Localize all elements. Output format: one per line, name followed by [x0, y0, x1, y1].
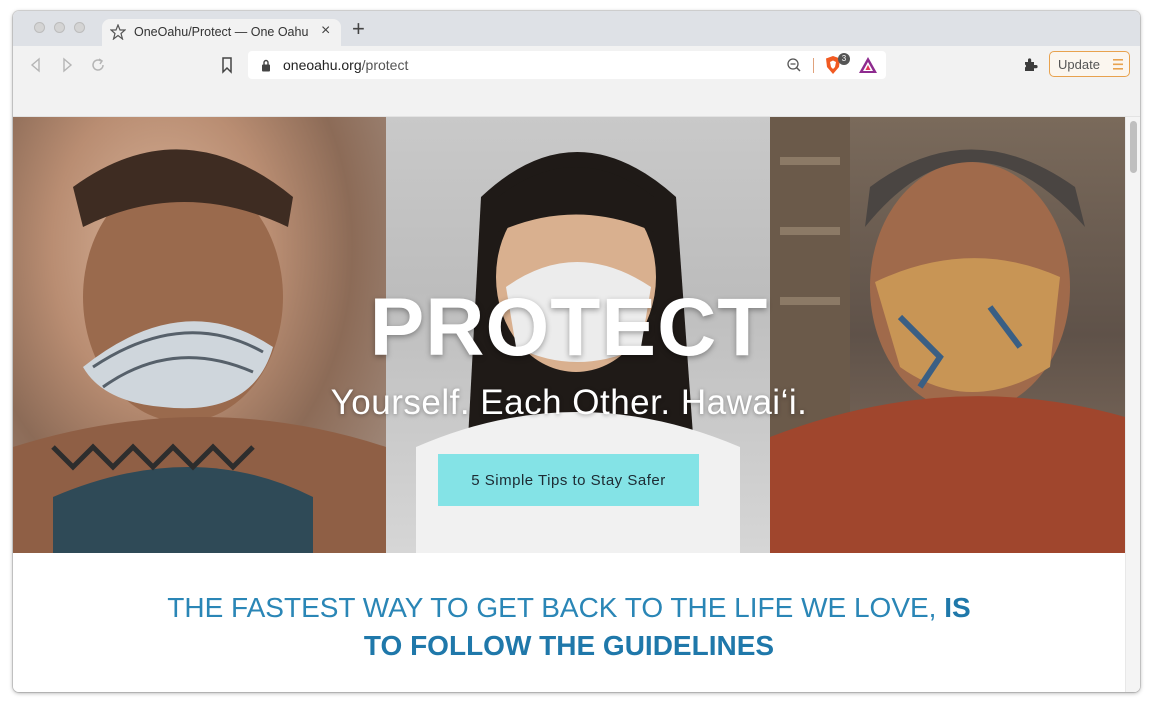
- page-viewport: PROTECT Yourself. Each Other. Hawai‘i. 5…: [13, 117, 1140, 692]
- browser-toolbar: oneoahu.org/protect 3 Update: [13, 46, 1140, 117]
- reload-icon[interactable]: [89, 56, 107, 74]
- favicon-icon: [110, 24, 126, 40]
- tab-title: OneOahu/Protect — One Oahu: [134, 25, 309, 39]
- forward-icon[interactable]: [58, 56, 76, 74]
- tips-button[interactable]: 5 Simple Tips to Stay Safer: [438, 454, 699, 506]
- hero-title: PROTECT: [369, 282, 769, 373]
- back-icon[interactable]: [27, 56, 45, 74]
- hero-banner: PROTECT Yourself. Each Other. Hawai‘i. 5…: [13, 117, 1125, 553]
- minimize-window-button[interactable]: [54, 22, 65, 33]
- divider: [813, 58, 814, 73]
- tagline-bold-1: IS: [944, 592, 971, 623]
- url-text: oneoahu.org/protect: [283, 57, 408, 73]
- shield-count-badge: 3: [838, 53, 850, 65]
- tab-close-icon[interactable]: ×: [321, 22, 330, 40]
- hero-subtitle: Yourself. Each Other. Hawai‘i.: [330, 383, 808, 422]
- page-scrollbar[interactable]: [1125, 117, 1140, 692]
- brave-rewards-icon[interactable]: [858, 56, 878, 74]
- menu-icon: [1113, 59, 1123, 70]
- tab-strip: OneOahu/Protect — One Oahu × +: [13, 11, 1140, 46]
- address-bar[interactable]: oneoahu.org/protect 3: [248, 51, 886, 79]
- guidelines-heading: THE FASTEST WAY TO GET BACK TO THE LIFE …: [13, 589, 1125, 665]
- new-tab-button[interactable]: +: [352, 18, 365, 40]
- update-label: Update: [1058, 57, 1100, 72]
- zoom-window-button[interactable]: [74, 22, 85, 33]
- close-window-button[interactable]: [34, 22, 45, 33]
- tagline-bold-2: TO FOLLOW THE GUIDELINES: [363, 630, 775, 661]
- active-tab[interactable]: OneOahu/Protect — One Oahu ×: [102, 19, 341, 46]
- url-domain: oneoahu.org: [283, 57, 362, 73]
- scrollbar-thumb[interactable]: [1130, 121, 1137, 173]
- extensions-icon[interactable]: [1022, 56, 1039, 73]
- bookmark-icon[interactable]: [220, 56, 234, 74]
- browser-window: OneOahu/Protect — One Oahu × + oneoahu.o…: [13, 11, 1140, 692]
- lock-icon[interactable]: [261, 59, 271, 72]
- zoom-out-icon[interactable]: [786, 57, 802, 73]
- url-path: /protect: [361, 57, 409, 73]
- tagline-normal: THE FASTEST WAY TO GET BACK TO THE LIFE …: [167, 592, 945, 623]
- update-button[interactable]: Update: [1049, 51, 1130, 77]
